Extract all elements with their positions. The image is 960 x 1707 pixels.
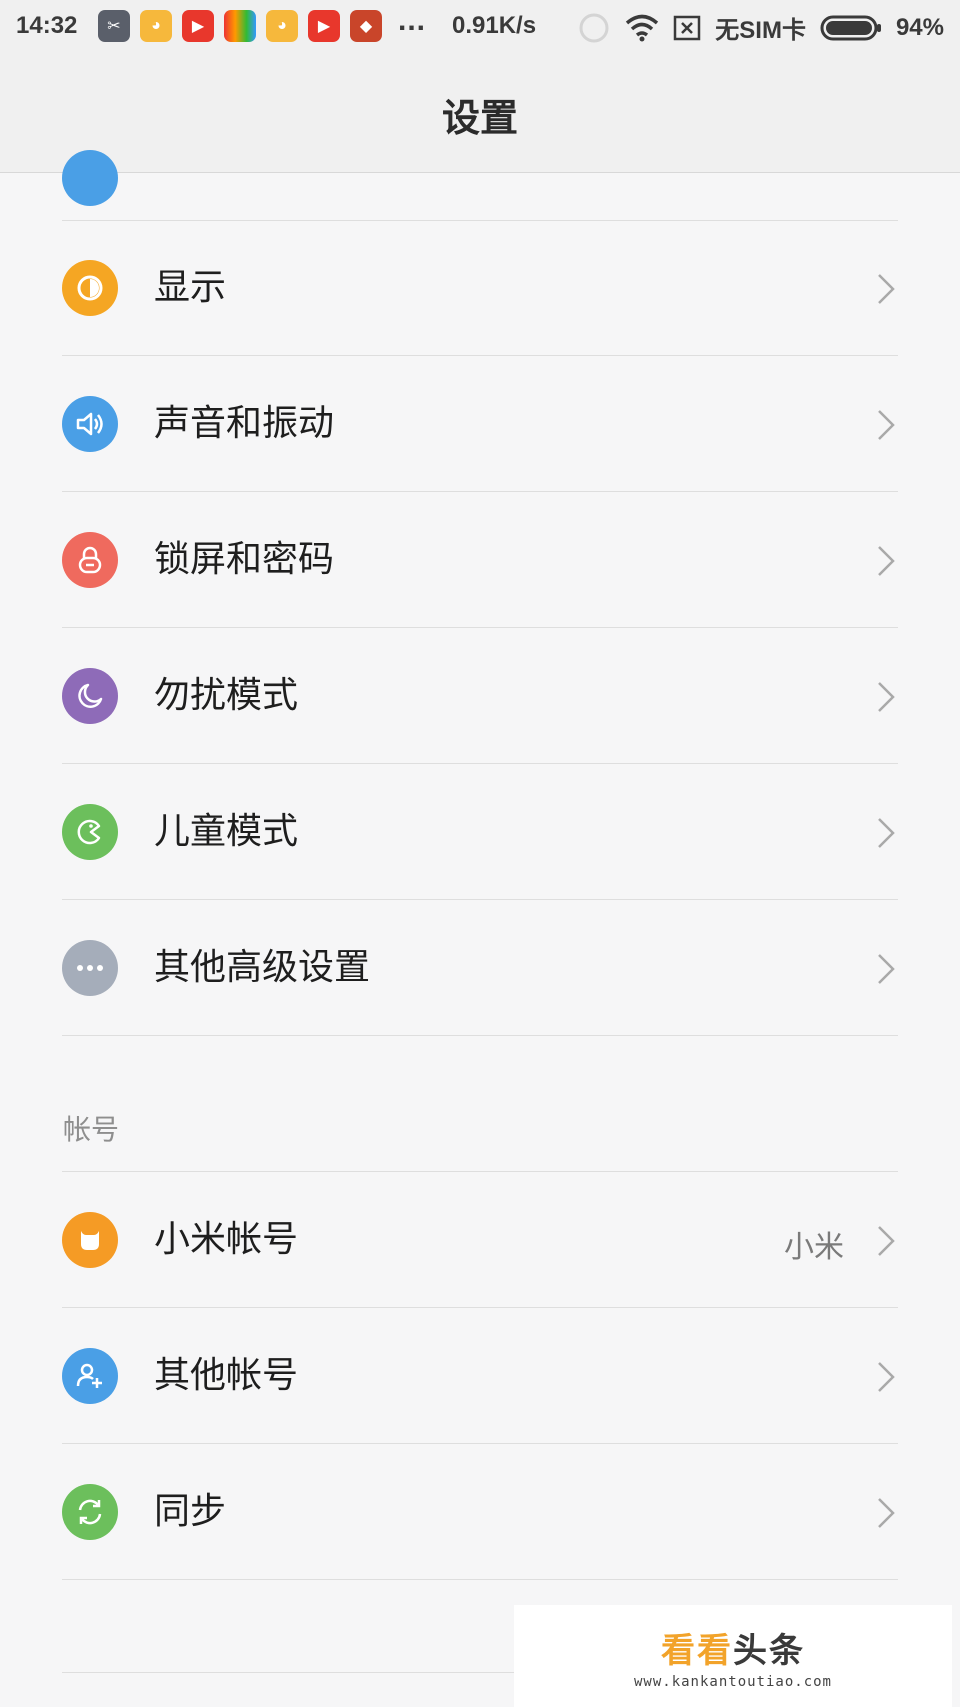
- network-speed: 0.91K/s: [452, 12, 537, 39]
- watermark-logo: 看看头条 www.kankantoutiao.com: [514, 1605, 952, 1707]
- chevron-right-icon: [878, 1498, 895, 1528]
- settings-item-sound[interactable]: 声音和振动: [0, 356, 960, 491]
- watermark-brand-b: 头条: [733, 1630, 805, 1671]
- video-icon: ▶: [182, 10, 214, 42]
- battery-icon: [820, 15, 881, 40]
- status-bar: 14:32 ✂ ◕ ▶ ◕ ▶ ◆ ... 0.91K/s 无SIM卡 94%: [0, 0, 960, 56]
- wifi-icon: [626, 14, 659, 41]
- sim-status: 无SIM卡: [715, 17, 806, 44]
- more-notifications: ...: [398, 4, 427, 37]
- page-title: 设置: [441, 95, 518, 140]
- settings-item-label: 锁屏和密码: [154, 539, 335, 580]
- status-right: 无SIM卡 94%: [577, 10, 944, 45]
- settings-item-label: 小米帐号: [154, 1219, 299, 1260]
- account-value: 小米: [784, 1230, 844, 1265]
- monkey-icon: ◕: [266, 10, 298, 42]
- sync-icon: [62, 1484, 118, 1540]
- mi-icon: [62, 1212, 118, 1268]
- status-time: 14:32: [16, 12, 78, 39]
- settings-item-display[interactable]: 显示: [0, 220, 960, 355]
- scissors-icon: ✂: [98, 10, 130, 42]
- lock-icon: [62, 532, 118, 588]
- watermark-url: www.kankantoutiao.com: [633, 1673, 832, 1690]
- display-icon: [62, 260, 118, 316]
- add-user-icon: [62, 1348, 118, 1404]
- chevron-right-icon: [878, 682, 895, 712]
- chevron-right-icon: [878, 546, 895, 576]
- settings-item-label: 同步: [154, 1491, 227, 1532]
- chevron-right-icon: [878, 818, 895, 848]
- moon-icon: [62, 668, 118, 724]
- no-sim-icon: [674, 15, 701, 40]
- settings-item-mi-account[interactable]: 小米帐号 小米: [0, 1172, 960, 1307]
- settings-item-label: 其他帐号: [154, 1355, 299, 1396]
- title-bar: 设置: [0, 56, 960, 173]
- settings-item-advanced[interactable]: 其他高级设置: [0, 900, 960, 1035]
- chevron-right-icon: [878, 1226, 895, 1256]
- video-icon: ▶: [308, 10, 340, 42]
- notification-icons: ✂ ◕ ▶ ◕ ▶ ◆: [98, 10, 382, 42]
- divider: [62, 1579, 898, 1580]
- settings-item-label: 其他高级设置: [154, 947, 371, 988]
- watermark-brand-a: 看看: [661, 1630, 733, 1671]
- child-face-icon: [62, 804, 118, 860]
- settings-item-sync[interactable]: 同步: [0, 1444, 960, 1579]
- settings-item-label: 显示: [154, 267, 227, 308]
- section-header-account: 帐号: [63, 1113, 120, 1146]
- watermark-brand: 看看头条: [661, 1623, 805, 1672]
- more-dots-icon: [62, 940, 118, 996]
- settings-item-other-accounts[interactable]: 其他帐号: [0, 1308, 960, 1443]
- fox-icon: ◆: [350, 10, 382, 42]
- chevron-right-icon: [878, 274, 895, 304]
- settings-item-lock[interactable]: 锁屏和密码: [0, 492, 960, 627]
- settings-item-dnd[interactable]: 勿扰模式: [0, 628, 960, 763]
- chevron-right-icon: [878, 954, 895, 984]
- battery-percent: 94%: [895, 13, 944, 41]
- divider: [62, 1035, 898, 1036]
- settings-item-child-mode[interactable]: 儿童模式: [0, 764, 960, 899]
- multicolor-app-icon: [224, 10, 256, 42]
- settings-item-label: 声音和振动: [154, 403, 335, 444]
- hd-icon: [579, 13, 609, 42]
- settings-item-label: 儿童模式: [154, 811, 299, 852]
- settings-item-label: 勿扰模式: [154, 675, 299, 716]
- chevron-right-icon: [878, 410, 895, 440]
- speaker-icon: [62, 396, 118, 452]
- monkey-icon: ◕: [140, 10, 172, 42]
- chevron-right-icon: [878, 1362, 895, 1392]
- previous-item-icon: [62, 150, 118, 206]
